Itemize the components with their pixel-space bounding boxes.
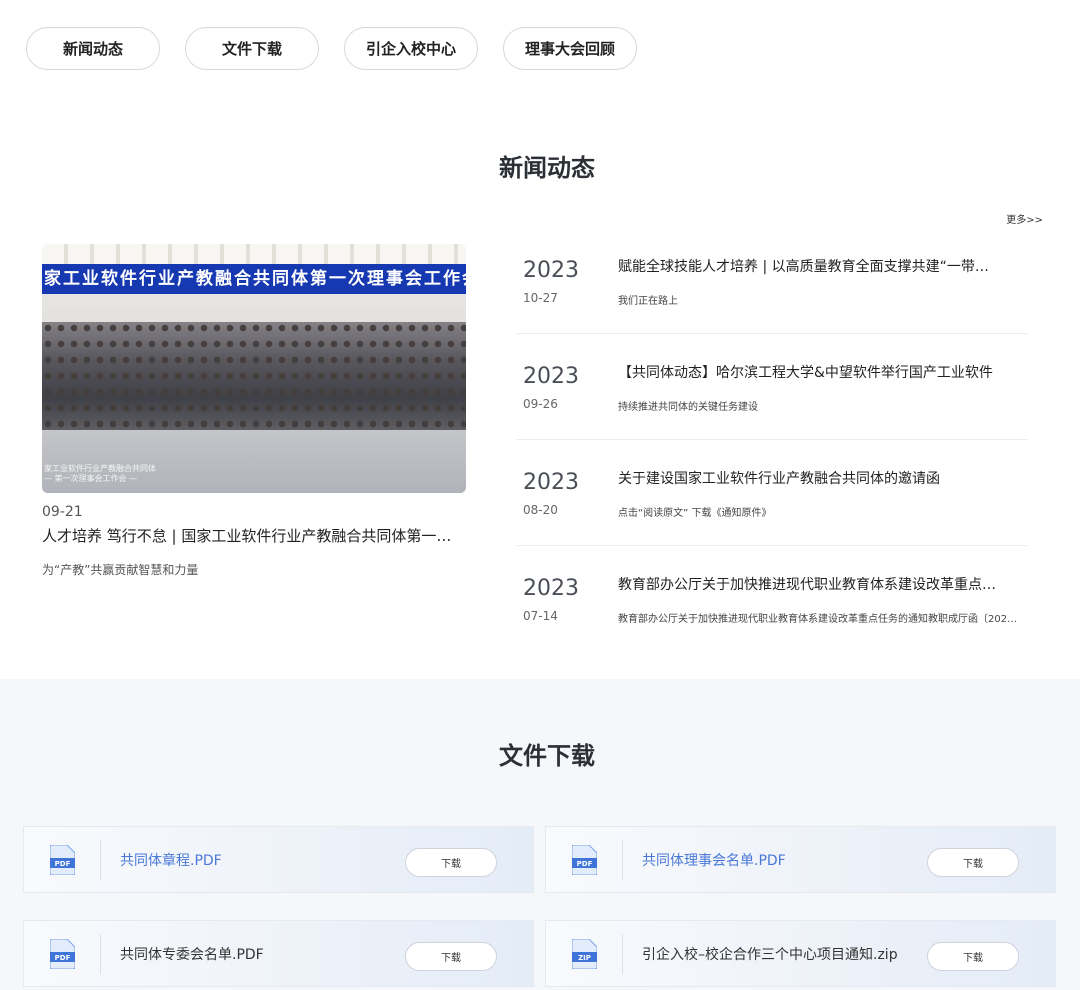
file-type-label: PDF — [577, 860, 593, 868]
file-card: PDF 共同体章程.PDF 下载 — [23, 826, 534, 893]
zip-file-icon: ZIP — [572, 939, 597, 969]
file-card: PDF 共同体理事会名单.PDF 下载 — [545, 826, 1056, 893]
news-section-title: 新闻动态 — [499, 154, 595, 182]
file-divider — [100, 840, 101, 880]
news-item-title[interactable]: 教育部办公厅关于加快推进现代职业教育体系建设改革重点任务的通知 — [618, 574, 998, 594]
download-button[interactable]: 下载 — [927, 942, 1019, 971]
news-item-title[interactable]: 关于建设国家工业软件行业产教融合共同体的邀请函 — [618, 468, 998, 488]
section-tabs: 新闻动态 文件下载 引企入校中心 理事大会回顾 — [26, 27, 637, 70]
file-type-label: PDF — [55, 860, 71, 868]
pdf-file-icon: PDF — [50, 939, 75, 969]
more-news-link[interactable]: 更多>> — [1006, 211, 1043, 226]
file-divider — [622, 934, 623, 974]
downloads-section-title: 文件下载 — [499, 742, 595, 770]
news-item-desc: 我们正在路上 — [618, 296, 678, 307]
file-name[interactable]: 共同体章程.PDF — [120, 850, 222, 870]
featured-news-title[interactable]: 人才培养 笃行不怠 | 国家工业软件行业产教融合共同体第一次理事会工作会 — [42, 525, 462, 546]
download-button[interactable]: 下载 — [405, 942, 497, 971]
news-item-desc: 持续推进共同体的关键任务建设 — [618, 402, 758, 413]
news-item-title[interactable]: 【共同体动态】哈尔滨工程大学&中望软件举行国产工业软件 — [618, 362, 998, 382]
news-list-item[interactable]: 2023 07-14 教育部办公厅关于加快推进现代职业教育体系建设改革重点任务的… — [516, 546, 1028, 652]
tab-news[interactable]: 新闻动态 — [26, 27, 160, 70]
photo-banner: 家工业软件行业产教融合共同体第一次理事会工作会 — [42, 264, 466, 294]
news-year: 2023 — [523, 258, 579, 283]
file-name[interactable]: 引企入校–校企合作三个中心项目通知.zip — [642, 944, 898, 964]
featured-news-desc: 为“产教”共赢贡献智慧和力量 — [42, 563, 199, 577]
photo-ceiling — [42, 244, 466, 264]
tab-council-review[interactable]: 理事大会回顾 — [503, 27, 637, 70]
news-list: 2023 10-27 赋能全球技能人才培养 | 以高质量教育全面支撑共建“一带一… — [516, 228, 1028, 652]
news-year: 2023 — [523, 364, 579, 389]
news-year: 2023 — [523, 470, 579, 495]
photo-caption-line2: — 第一次理事会工作会 — — [44, 474, 138, 483]
file-name[interactable]: 共同体理事会名单.PDF — [642, 850, 786, 870]
photo-caption: 家工业软件行业产教融合共同体 — 第一次理事会工作会 — — [44, 464, 156, 484]
news-list-item[interactable]: 2023 08-20 关于建设国家工业软件行业产教融合共同体的邀请函 点击“阅读… — [516, 440, 1028, 546]
photo-caption-line1: 家工业软件行业产教融合共同体 — [44, 464, 156, 473]
file-card: PDF 共同体专委会名单.PDF 下载 — [23, 920, 534, 987]
tab-downloads[interactable]: 文件下载 — [185, 27, 319, 70]
download-button[interactable]: 下载 — [927, 848, 1019, 877]
file-type-label: PDF — [55, 954, 71, 962]
download-button[interactable]: 下载 — [405, 848, 497, 877]
file-card: ZIP 引企入校–校企合作三个中心项目通知.zip 下载 — [545, 920, 1056, 987]
pdf-file-icon: PDF — [50, 845, 75, 875]
news-list-item[interactable]: 2023 09-26 【共同体动态】哈尔滨工程大学&中望软件举行国产工业软件 持… — [516, 334, 1028, 440]
news-year: 2023 — [523, 576, 579, 601]
news-month-day: 10-27 — [523, 291, 558, 305]
featured-news-date: 09-21 — [42, 504, 83, 520]
news-item-desc: 点击“阅读原文” 下载《通知原件》 — [618, 508, 772, 519]
news-month-day: 09-26 — [523, 397, 558, 411]
pdf-file-icon: PDF — [572, 845, 597, 875]
news-month-day: 08-20 — [523, 503, 558, 517]
featured-news-photo[interactable]: 家工业软件行业产教融合共同体第一次理事会工作会 家工业软件行业产教融合共同体 —… — [42, 244, 466, 493]
file-name[interactable]: 共同体专委会名单.PDF — [120, 944, 264, 964]
news-item-desc: 教育部办公厅关于加快推进现代职业教育体系建设改革重点任务的通知教职成厅函〔202… — [618, 614, 1018, 625]
tab-enterprise-center[interactable]: 引企入校中心 — [344, 27, 478, 70]
file-divider — [100, 934, 101, 974]
file-divider — [622, 840, 623, 880]
file-type-label: ZIP — [578, 954, 591, 962]
photo-group-crowd — [42, 322, 466, 430]
news-month-day: 07-14 — [523, 609, 558, 623]
news-list-item[interactable]: 2023 10-27 赋能全球技能人才培养 | 以高质量教育全面支撑共建“一带一… — [516, 228, 1028, 334]
news-item-title[interactable]: 赋能全球技能人才培养 | 以高质量教育全面支撑共建“一带一路” — [618, 256, 998, 276]
